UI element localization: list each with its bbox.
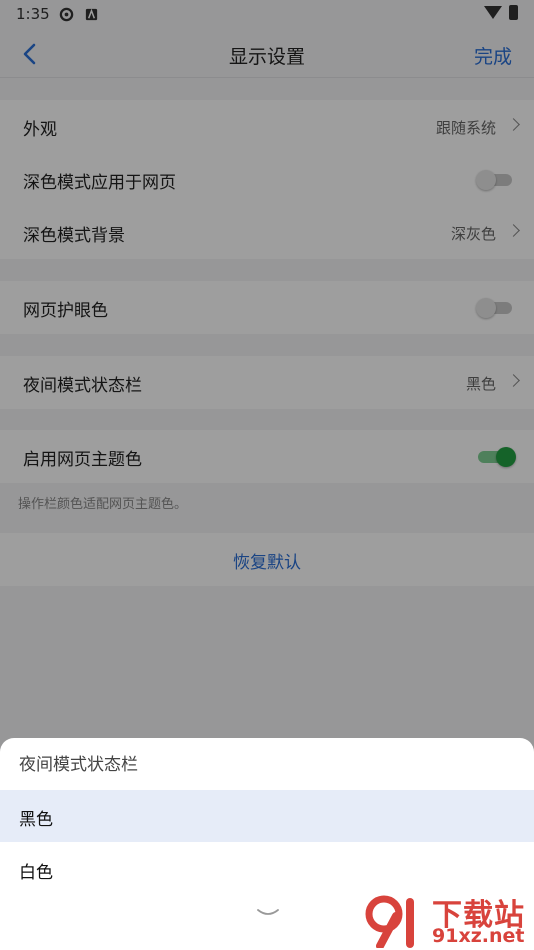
watermark-logo-icon — [365, 895, 414, 948]
sheet-title: 夜间模式状态栏 — [19, 755, 138, 775]
option-black[interactable]: 黑色 — [0, 790, 534, 842]
option-label: 白色 — [19, 863, 53, 883]
option-label: 黑色 — [19, 810, 53, 830]
watermark: 下载站 91xz.net — [362, 890, 532, 950]
collapse-handle-icon[interactable] — [256, 908, 280, 918]
watermark-url: 91xz.net — [432, 925, 525, 947]
option-white[interactable]: 白色 — [0, 843, 534, 895]
